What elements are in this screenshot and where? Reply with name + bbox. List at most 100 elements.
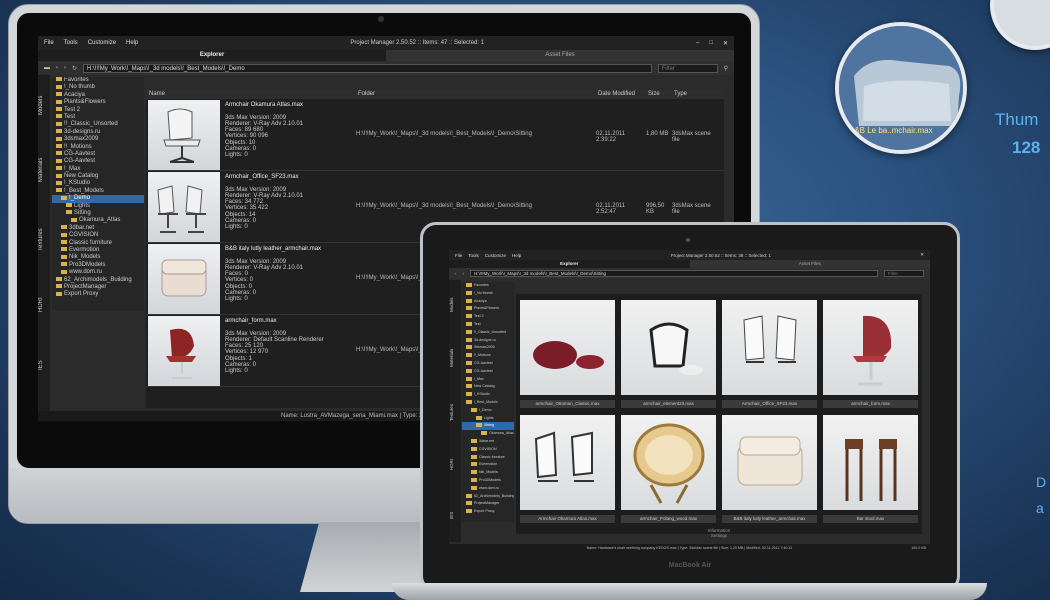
tree-item[interactable]: Nik_Models <box>52 254 144 261</box>
tree-item[interactable]: 3dsmax2009 <box>462 344 514 352</box>
tree-item[interactable]: !_KStudio <box>462 391 514 399</box>
tree-item[interactable]: Acaciya <box>462 298 514 306</box>
side-tab-models[interactable]: Models <box>449 280 454 330</box>
tree-item[interactable]: Classic furniture <box>52 240 144 247</box>
tree-item[interactable]: 3dsmax2009 <box>52 136 144 143</box>
tree-item[interactable]: 3dbar.net <box>462 438 514 446</box>
thumbnail-card[interactable]: armchair_Polang_wood.max <box>621 415 716 527</box>
minimize-icon[interactable]: – <box>696 40 699 46</box>
tree-item[interactable]: !!_Classic_Unsorted <box>462 329 514 337</box>
menu-help[interactable]: Help <box>126 40 138 46</box>
maximize-icon[interactable]: □ <box>709 40 713 46</box>
tree-item[interactable]: Pro3DModels <box>462 477 514 485</box>
thumbnail-card[interactable]: armchair_form.max <box>823 300 918 412</box>
close-icon[interactable]: ✕ <box>920 252 924 258</box>
side-tab-hdri[interactable]: HDRI <box>449 440 454 490</box>
filter-input[interactable]: Filter <box>657 63 718 73</box>
tree-item[interactable]: CG-Aavtest <box>52 151 144 158</box>
thumbnail-card[interactable]: armchair_element23.max <box>621 300 716 412</box>
thumbnail-card[interactable]: B&B italy lutly leather_armchair.max <box>722 415 817 527</box>
side-tab-ies[interactable]: IES <box>449 490 454 540</box>
tree-item[interactable]: CG-Aavtest <box>462 368 514 376</box>
menu-help[interactable]: Help <box>512 253 521 258</box>
tree-item[interactable]: !_Demo <box>462 407 514 415</box>
tree-item[interactable]: Test <box>52 114 144 121</box>
tree-item[interactable]: Nik_Models <box>462 469 514 477</box>
tree-item[interactable]: Okamura_Atlas <box>462 430 514 438</box>
tree-item[interactable]: ProjectManager <box>462 500 514 508</box>
close-icon[interactable]: ✕ <box>723 40 728 47</box>
column-size[interactable]: Size <box>648 90 674 99</box>
tree-item[interactable]: !_No thumb <box>462 290 514 298</box>
tree-item[interactable]: Test 2 <box>462 313 514 321</box>
forward-icon[interactable]: › <box>64 65 66 71</box>
tree-item[interactable]: 3dbar.net <box>52 225 144 232</box>
tree-item[interactable]: CG-Aavtest <box>462 360 514 368</box>
tree-item[interactable]: www.dom.ru <box>462 485 514 493</box>
tree-item[interactable]: !_Best_Models <box>52 188 144 195</box>
tree-item[interactable]: Sitting <box>52 210 144 217</box>
side-tab-materials[interactable]: Materials <box>38 135 44 205</box>
tree-item[interactable]: Evermotion <box>52 247 144 254</box>
tree-item[interactable]: Plants&Flowers <box>462 305 514 313</box>
folder-icon[interactable]: ▬ <box>44 65 50 71</box>
tree-item[interactable]: CG-Aavtest <box>52 158 144 165</box>
tree-item[interactable]: Test 2 <box>52 107 144 114</box>
menu-file[interactable]: File <box>455 253 462 258</box>
back-icon[interactable]: ‹ <box>455 271 457 276</box>
column-date[interactable]: Date Modified <box>598 90 648 99</box>
search-icon[interactable]: ⚲ <box>724 65 728 72</box>
thumbnail-card[interactable]: Armchair Okamura Atlas.max <box>520 415 615 527</box>
tree-item[interactable]: !_Max <box>52 166 144 173</box>
tree-item[interactable]: 3d-designs.ru <box>462 337 514 345</box>
tree-item[interactable]: !_No thumb <box>52 84 144 91</box>
tree-item[interactable]: !_Max <box>462 376 514 384</box>
tree-item[interactable]: 3d-designs.ru <box>52 129 144 136</box>
tab-asset-files[interactable]: Asset Files <box>386 50 734 61</box>
menu-customize[interactable]: Customize <box>485 253 506 258</box>
tree-item[interactable]: Test <box>462 321 514 329</box>
forward-icon[interactable]: › <box>463 271 465 276</box>
tree-item[interactable]: !_Demo <box>52 195 144 203</box>
column-folder[interactable]: Folder <box>358 90 598 99</box>
table-row[interactable]: Armchair Okamura Atlas.max 3ds Max Versi… <box>146 99 724 171</box>
tab-explorer[interactable]: Explorer <box>38 50 386 61</box>
tree-item[interactable]: Export Proxy <box>462 508 514 516</box>
menu-customize[interactable]: Customize <box>88 40 116 46</box>
tree-item[interactable]: !_Best_Models <box>462 399 514 407</box>
refresh-icon[interactable]: ↻ <box>72 65 77 72</box>
thumbnail-card[interactable]: Bar stool.max <box>823 415 918 527</box>
menu-file[interactable]: File <box>44 40 54 46</box>
side-tab-materials[interactable]: Materials <box>449 330 454 385</box>
tree-item[interactable]: CGVISION <box>52 232 144 239</box>
path-input[interactable]: H:\!!!My_Work\!_Maps\!_3d models\!_Best_… <box>83 63 652 73</box>
tree-item[interactable]: Lights <box>462 415 514 423</box>
menu-tools[interactable]: Tools <box>64 40 78 46</box>
thumbnail-card[interactable]: Armchair_Office_SF23.max <box>722 300 817 412</box>
tree-item[interactable]: !!_Motions <box>52 144 144 151</box>
tree-item[interactable]: 62_Archimodels_Building <box>52 277 144 284</box>
filter-input[interactable]: Filter <box>884 270 924 277</box>
column-name[interactable]: Name <box>146 90 358 99</box>
tab-explorer[interactable]: Explorer <box>449 260 690 268</box>
menu-tools[interactable]: Tools <box>468 253 479 258</box>
tree-item[interactable]: !_KStudio <box>52 180 144 187</box>
side-tab-textures[interactable]: Textures <box>38 205 44 275</box>
side-tab-ies[interactable]: IES <box>38 335 44 395</box>
tree-item[interactable]: New Catalog <box>52 173 144 180</box>
side-tab-models[interactable]: Models <box>38 75 44 135</box>
column-type[interactable]: Type <box>674 90 714 99</box>
tree-item[interactable]: www.dom.ru <box>52 269 144 276</box>
tree-item[interactable]: Favorites <box>462 282 514 290</box>
tree-item[interactable]: Acaciya <box>52 92 144 99</box>
tree-item[interactable]: Pro3DModels <box>52 262 144 269</box>
tree-item[interactable]: ProjectManager <box>52 284 144 291</box>
path-input[interactable]: H:\!!!My_Work\!_Maps\!_3d models\!_Best_… <box>470 270 878 277</box>
tree-item[interactable]: Sitting <box>462 422 514 431</box>
tree-item[interactable]: Lights <box>52 203 144 210</box>
tree-item[interactable]: Export Proxy <box>52 291 144 298</box>
tree-item[interactable]: CGVISION <box>462 446 514 454</box>
tree-item[interactable]: Classic furniture <box>462 454 514 462</box>
tree-item[interactable]: !!_Classic_Unsorted <box>52 121 144 128</box>
tree-item[interactable]: Favorites <box>52 77 144 84</box>
